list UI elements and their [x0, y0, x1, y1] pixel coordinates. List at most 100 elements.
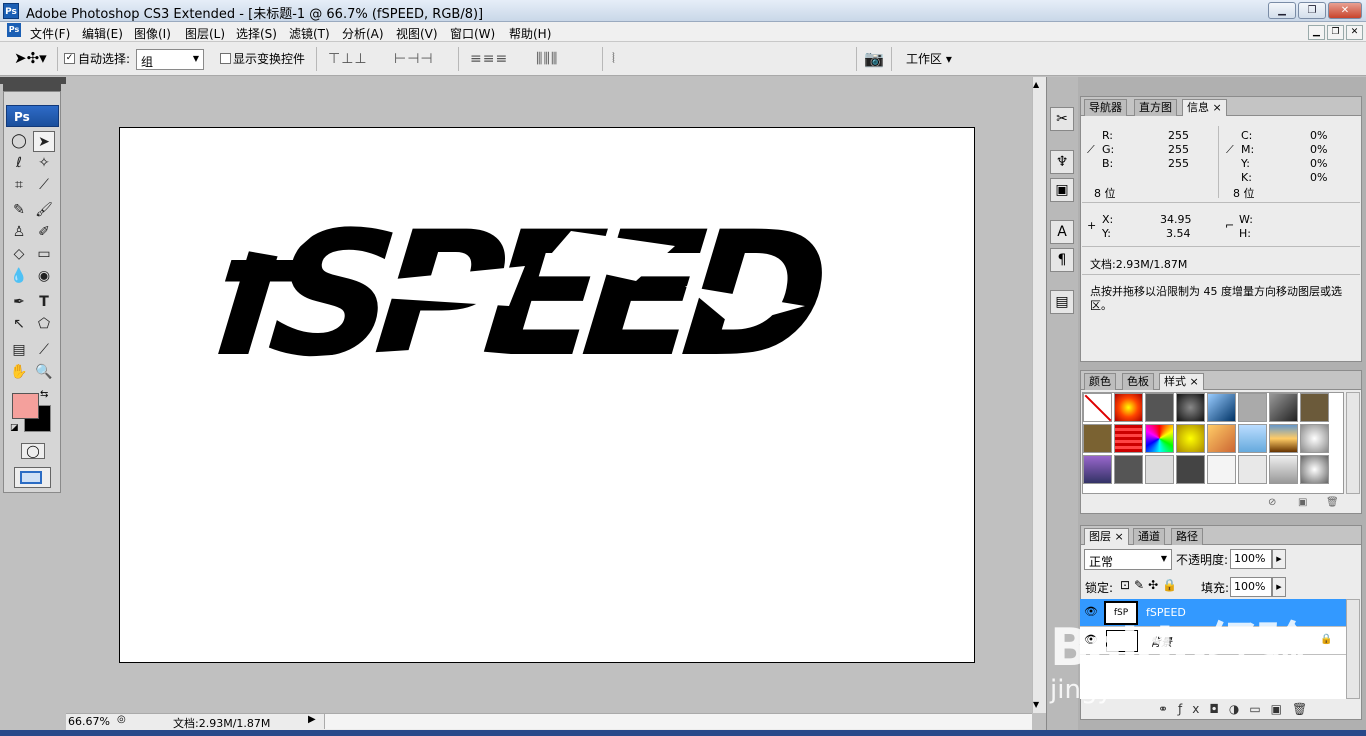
style-swatch[interactable] [1176, 393, 1205, 422]
menu-filter[interactable]: 滤镜(T) [289, 25, 330, 42]
quick-mask-icon[interactable]: ◯ [21, 443, 45, 459]
tab-channels[interactable]: 通道 [1133, 528, 1165, 545]
swap-colors-icon[interactable]: ⇆ [40, 389, 48, 400]
gradient-tool-icon[interactable]: ▭ [33, 244, 55, 265]
crop-tool-icon[interactable]: ⌗ [8, 175, 30, 196]
slice-tool-icon[interactable]: ⟋ [33, 175, 55, 196]
fill-field[interactable]: 100% [1230, 577, 1272, 597]
style-swatch[interactable] [1145, 424, 1174, 453]
paragraph-panel-icon[interactable]: ¶ [1050, 248, 1074, 272]
style-swatch[interactable] [1207, 424, 1236, 453]
tools-panel-icon[interactable]: ✂ [1050, 107, 1074, 131]
move-tool-icon[interactable]: ➤ [33, 131, 55, 152]
style-swatch[interactable] [1114, 424, 1143, 453]
blur-tool-icon[interactable]: 💧 [8, 266, 30, 287]
history-brush-icon[interactable]: ✐ [33, 222, 55, 243]
auto-select-checkbox[interactable]: ✓ [64, 53, 75, 64]
dodge-tool-icon[interactable]: ◉ [33, 266, 55, 287]
doc-restore-button[interactable]: ❐ [1327, 25, 1344, 40]
menu-edit[interactable]: 编辑(E) [82, 25, 123, 42]
layer-comps-panel-icon[interactable]: ▤ [1050, 290, 1074, 314]
style-swatch[interactable] [1269, 424, 1298, 453]
workspace-button[interactable]: 工作区 ▾ [906, 50, 952, 67]
tab-navigator[interactable]: 导航器 [1084, 99, 1127, 116]
foreground-color-swatch[interactable] [12, 393, 39, 419]
menu-window[interactable]: 窗口(W) [450, 25, 495, 42]
distribute-vertical-icons[interactable]: ≡≡≡ [470, 51, 508, 67]
tab-layers[interactable]: 图层 × [1084, 528, 1129, 545]
tab-paths[interactable]: 路径 [1171, 528, 1203, 545]
style-none[interactable] [1083, 393, 1112, 422]
move-tool-preset-icon[interactable]: ➤✣▾ [14, 49, 47, 67]
tab-swatches[interactable]: 色板 [1122, 373, 1154, 390]
tab-color[interactable]: 颜色 [1084, 373, 1116, 390]
styles-scrollbar[interactable] [1346, 392, 1360, 494]
blend-mode-dropdown[interactable]: 正常 ▼ [1084, 549, 1172, 570]
notes-tool-icon[interactable]: ▤ [8, 340, 30, 361]
hand-tool-icon[interactable]: ✋ [8, 362, 30, 383]
status-menu-icon[interactable]: ◎ [117, 714, 126, 725]
style-swatch[interactable] [1083, 424, 1112, 453]
eraser-tool-icon[interactable]: ◇ [8, 244, 30, 265]
doc-close-button[interactable]: ✕ [1346, 25, 1363, 40]
style-swatch[interactable] [1207, 393, 1236, 422]
zoom-level[interactable]: 66.67% [68, 715, 110, 728]
menu-analysis[interactable]: 分析(A) [342, 25, 384, 42]
style-swatch[interactable] [1083, 455, 1112, 484]
marquee-tool-icon[interactable]: ◯ [8, 131, 30, 152]
character-panel-icon[interactable]: A [1050, 220, 1074, 244]
vertical-scrollbar[interactable] [1032, 77, 1046, 713]
style-swatch[interactable] [1300, 455, 1329, 484]
dock-collapse-strip[interactable] [0, 77, 66, 84]
brush-tool-icon[interactable]: 🖌 [33, 200, 55, 221]
menu-layer[interactable]: 图层(L) [185, 25, 225, 42]
tab-styles[interactable]: 样式 × [1159, 373, 1204, 390]
style-swatch[interactable] [1238, 424, 1267, 453]
style-swatch[interactable] [1176, 455, 1205, 484]
distribute-horizontal-icons[interactable]: ⫼⫼⫼ [536, 51, 558, 67]
style-swatch[interactable] [1207, 455, 1236, 484]
style-swatch[interactable] [1269, 393, 1298, 422]
style-swatch[interactable] [1300, 424, 1329, 453]
style-swatch[interactable] [1145, 455, 1174, 484]
tab-info[interactable]: 信息 × [1182, 99, 1227, 116]
horizontal-scrollbar[interactable] [324, 714, 1032, 729]
doc-minimize-button[interactable]: ▁ [1308, 25, 1325, 40]
menu-view[interactable]: 视图(V) [396, 25, 438, 42]
menu-file[interactable]: 文件(F) [30, 25, 70, 42]
fill-slider-icon[interactable]: ▶ [1272, 577, 1286, 597]
new-style-icon[interactable]: ▣ [1298, 497, 1307, 508]
minimize-button[interactable]: ▁ [1268, 2, 1296, 19]
menu-image[interactable]: 图像(I) [134, 25, 171, 42]
align-top-icons[interactable]: ⊤⊥⊥ [328, 51, 368, 67]
menu-help[interactable]: 帮助(H) [509, 25, 551, 42]
style-swatch[interactable] [1300, 393, 1329, 422]
auto-select-dropdown[interactable]: 组 ▼ [136, 49, 204, 70]
style-swatch[interactable] [1238, 393, 1267, 422]
eyedropper-tool-icon[interactable]: ⟋ [33, 340, 55, 361]
layers-scrollbar[interactable] [1346, 599, 1360, 699]
custom-shape-icon[interactable]: ⬠ [33, 314, 55, 335]
style-swatch[interactable] [1145, 393, 1174, 422]
screen-mode-icon[interactable] [14, 467, 51, 488]
scroll-down-icon[interactable]: ▼ [1033, 700, 1039, 709]
healing-brush-icon[interactable]: ✎ [8, 200, 30, 221]
close-button[interactable]: ✕ [1328, 2, 1362, 19]
ps-logo[interactable]: Ps [6, 105, 59, 127]
style-swatch[interactable] [1114, 393, 1143, 422]
path-selection-icon[interactable]: ↖ [8, 314, 30, 335]
photoshop-app-icon[interactable]: Ps [3, 3, 19, 19]
status-arrow-icon[interactable]: ▶ [308, 714, 316, 725]
clear-style-icon[interactable]: ⊘ [1268, 497, 1276, 508]
document-canvas[interactable]: fSPEED [119, 127, 975, 663]
style-swatch[interactable] [1238, 455, 1267, 484]
magic-wand-tool-icon[interactable]: ✧ [33, 153, 55, 174]
scroll-up-icon[interactable]: ▲ [1033, 80, 1039, 89]
opacity-field[interactable]: 100% [1230, 549, 1272, 569]
clone-source-panel-icon[interactable]: ▣ [1050, 178, 1074, 202]
document-icon[interactable]: Ps [7, 23, 21, 37]
pen-tool-icon[interactable]: ✒ [8, 292, 30, 313]
style-swatch[interactable] [1176, 424, 1205, 453]
brushes-panel-icon[interactable]: ♆ [1050, 150, 1074, 174]
maximize-button[interactable]: ❐ [1298, 2, 1326, 19]
